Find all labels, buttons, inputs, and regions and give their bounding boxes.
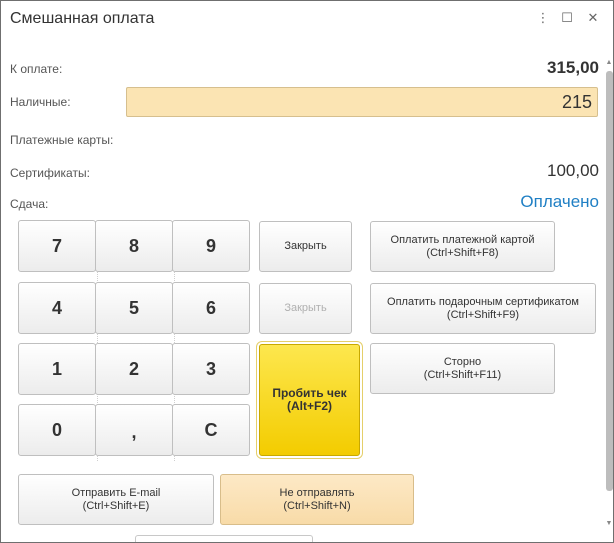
key-5-button[interactable]: 5 bbox=[95, 282, 173, 334]
print-receipt-shortcut: (Alt+F2) bbox=[287, 399, 332, 413]
close-button[interactable]: Закрыть bbox=[259, 221, 352, 272]
maximize-icon[interactable]: ☐ bbox=[559, 10, 575, 26]
send-email-button[interactable]: Отправить E-mail (Ctrl+Shift+E) bbox=[18, 474, 214, 525]
dont-send-button[interactable]: Не отправлять (Ctrl+Shift+N) bbox=[220, 474, 414, 525]
scroll-up-icon[interactable]: ▲ bbox=[605, 59, 613, 67]
payment-status: Оплачено bbox=[520, 192, 599, 211]
certificates-value: 100,00 bbox=[547, 161, 599, 180]
key-1-button[interactable]: 1 bbox=[18, 343, 96, 395]
pay-by-card-label: Оплатить платежной картой bbox=[390, 233, 535, 246]
print-receipt-button[interactable]: Пробить чек (Alt+F2) bbox=[259, 344, 360, 456]
dialog-title: Смешанная оплата bbox=[10, 10, 155, 27]
dont-send-label: Не отправлять bbox=[279, 486, 355, 499]
storno-button[interactable]: Сторно (Ctrl+Shift+F11) bbox=[370, 343, 555, 394]
send-email-shortcut: (Ctrl+Shift+E) bbox=[82, 499, 150, 512]
key-comma-button[interactable]: , bbox=[95, 404, 173, 456]
mixed-payment-dialog: Смешанная оплата ⋮ ☐ ✕ К оплате: 315,00 … bbox=[0, 0, 614, 543]
pay-by-certificate-shortcut: (Ctrl+Shift+F9) bbox=[446, 308, 520, 321]
certificates-label: Сертификаты: bbox=[10, 166, 90, 180]
storno-label: Сторно bbox=[443, 355, 482, 368]
key-7-button[interactable]: 7 bbox=[18, 220, 96, 272]
scroll-down-icon[interactable]: ▼ bbox=[605, 520, 613, 528]
pay-by-certificate-label: Оплатить подарочным сертификатом bbox=[387, 295, 579, 308]
key-9-button[interactable]: 9 bbox=[172, 220, 250, 272]
key-clear-button[interactable]: C bbox=[172, 404, 250, 456]
payment-cards-label: Платежные карты: bbox=[10, 133, 114, 147]
title-bar: Смешанная оплата ⋮ ☐ ✕ bbox=[1, 1, 613, 37]
key-4-button[interactable]: 4 bbox=[18, 282, 96, 334]
pay-by-card-shortcut: (Ctrl+Shift+F8) bbox=[426, 246, 499, 259]
close-button-disabled[interactable]: Закрыть bbox=[259, 283, 352, 334]
key-2-button[interactable]: 2 bbox=[95, 343, 173, 395]
storno-shortcut: (Ctrl+Shift+F11) bbox=[423, 368, 502, 381]
pay-by-certificate-button[interactable]: Оплатить подарочным сертификатом (Ctrl+S… bbox=[370, 283, 596, 334]
more-options-icon[interactable]: ⋮ bbox=[535, 10, 551, 26]
key-3-button[interactable]: 3 bbox=[172, 343, 250, 395]
key-0-button[interactable]: 0 bbox=[18, 404, 96, 456]
cash-label: Наличные: bbox=[10, 95, 71, 109]
change-label: Сдача: bbox=[10, 197, 49, 211]
key-6-button[interactable]: 6 bbox=[172, 282, 250, 334]
to-pay-value: 315,00 bbox=[547, 58, 599, 77]
close-icon[interactable]: ✕ bbox=[585, 10, 601, 26]
bottom-field-partial[interactable] bbox=[135, 535, 313, 542]
scrollbar-thumb[interactable] bbox=[606, 71, 613, 491]
pay-by-card-button[interactable]: Оплатить платежной картой (Ctrl+Shift+F8… bbox=[370, 221, 555, 272]
dont-send-shortcut: (Ctrl+Shift+N) bbox=[283, 499, 351, 512]
send-email-label: Отправить E-mail bbox=[71, 486, 161, 499]
to-pay-label: К оплате: bbox=[10, 62, 63, 76]
cash-input[interactable] bbox=[126, 87, 598, 117]
key-8-button[interactable]: 8 bbox=[95, 220, 173, 272]
